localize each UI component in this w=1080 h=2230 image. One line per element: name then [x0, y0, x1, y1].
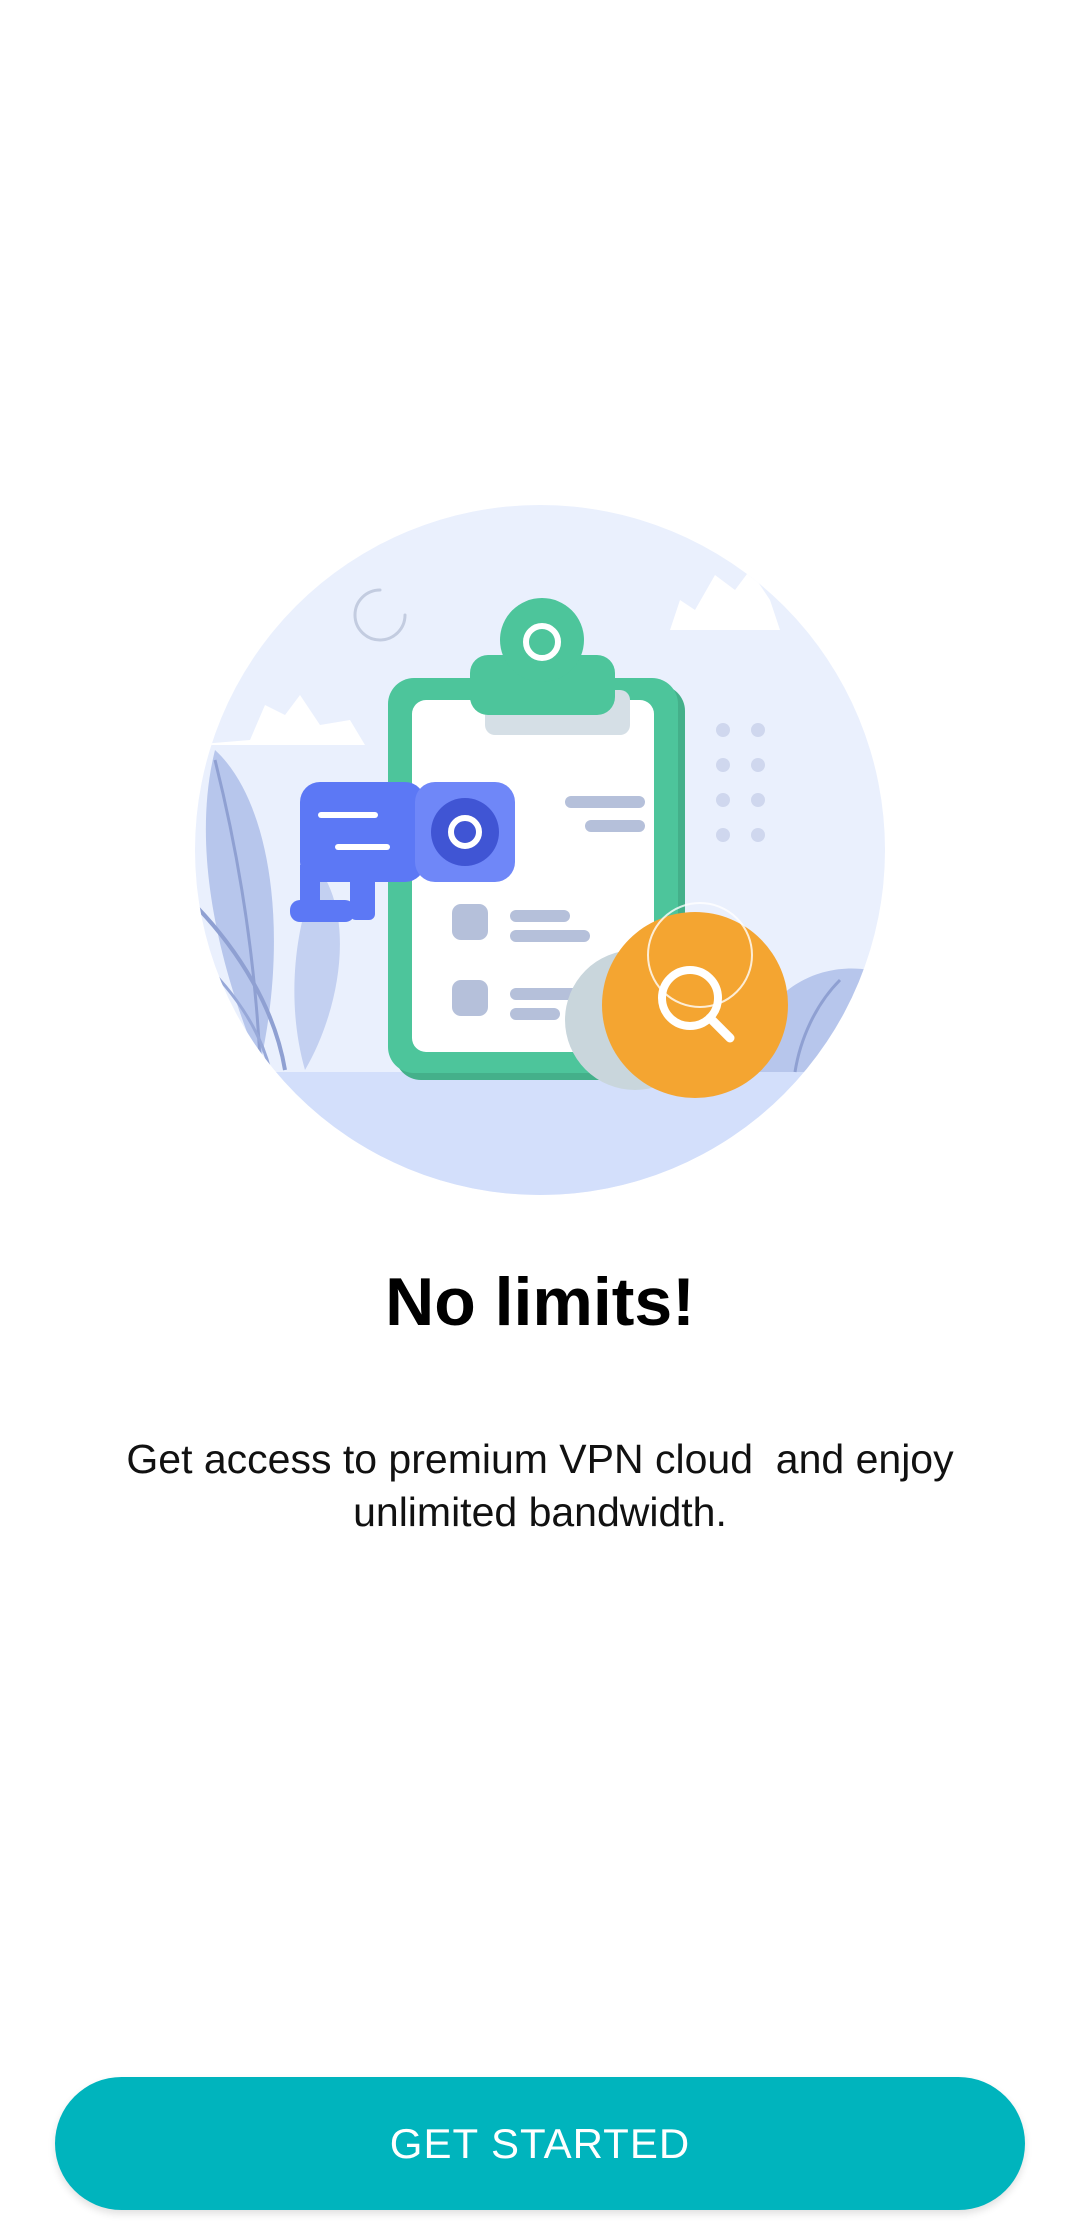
onboarding-screen: No limits! Get access to premium VPN clo… [0, 0, 1080, 2230]
page-description: Get access to premium VPN cloud and enjo… [126, 1436, 954, 1535]
page-title: No limits! [385, 1264, 695, 1340]
get-started-button[interactable]: GET STARTED [55, 2077, 1025, 2210]
onboarding-illustration [190, 500, 890, 1200]
